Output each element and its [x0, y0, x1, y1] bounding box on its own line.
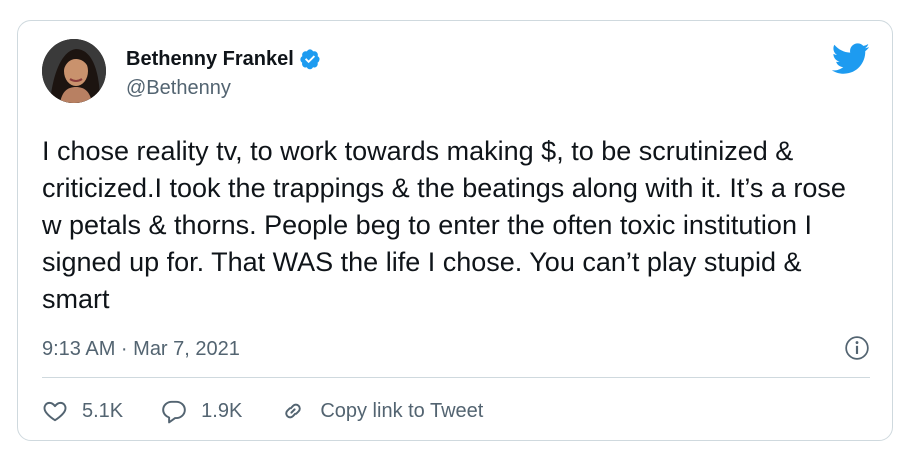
verified-badge-icon — [300, 49, 320, 70]
reply-button[interactable]: 1.9K — [161, 398, 242, 424]
author-handle[interactable]: @Bethenny — [126, 76, 231, 100]
reply-count: 1.9K — [201, 399, 243, 422]
avatar-image — [42, 39, 106, 103]
reply-bubble-icon — [162, 400, 186, 424]
copy-link-label: Copy link to Tweet — [320, 399, 484, 422]
like-count: 5.1K — [82, 399, 124, 422]
divider — [42, 377, 870, 378]
action-bar: 5.1K 1.9K Copy link to Tweet — [42, 395, 483, 427]
copy-link-button[interactable]: Copy link to Tweet — [280, 398, 483, 424]
info-icon[interactable] — [844, 335, 870, 361]
heart-icon — [43, 401, 67, 422]
tweet-timestamp[interactable]: 9:13 AM · Mar 7, 2021 — [42, 335, 240, 363]
author-name[interactable]: Bethenny Frankel — [126, 47, 294, 71]
like-button[interactable]: 5.1K — [42, 398, 123, 424]
tweet-card[interactable]: Bethenny Frankel @Bethenny I chose reali… — [17, 20, 893, 441]
avatar[interactable] — [42, 39, 106, 103]
tweet-text: I chose reality tv, to work towards maki… — [42, 136, 846, 314]
link-icon — [285, 403, 302, 419]
twitter-bird-icon[interactable] — [832, 43, 870, 75]
